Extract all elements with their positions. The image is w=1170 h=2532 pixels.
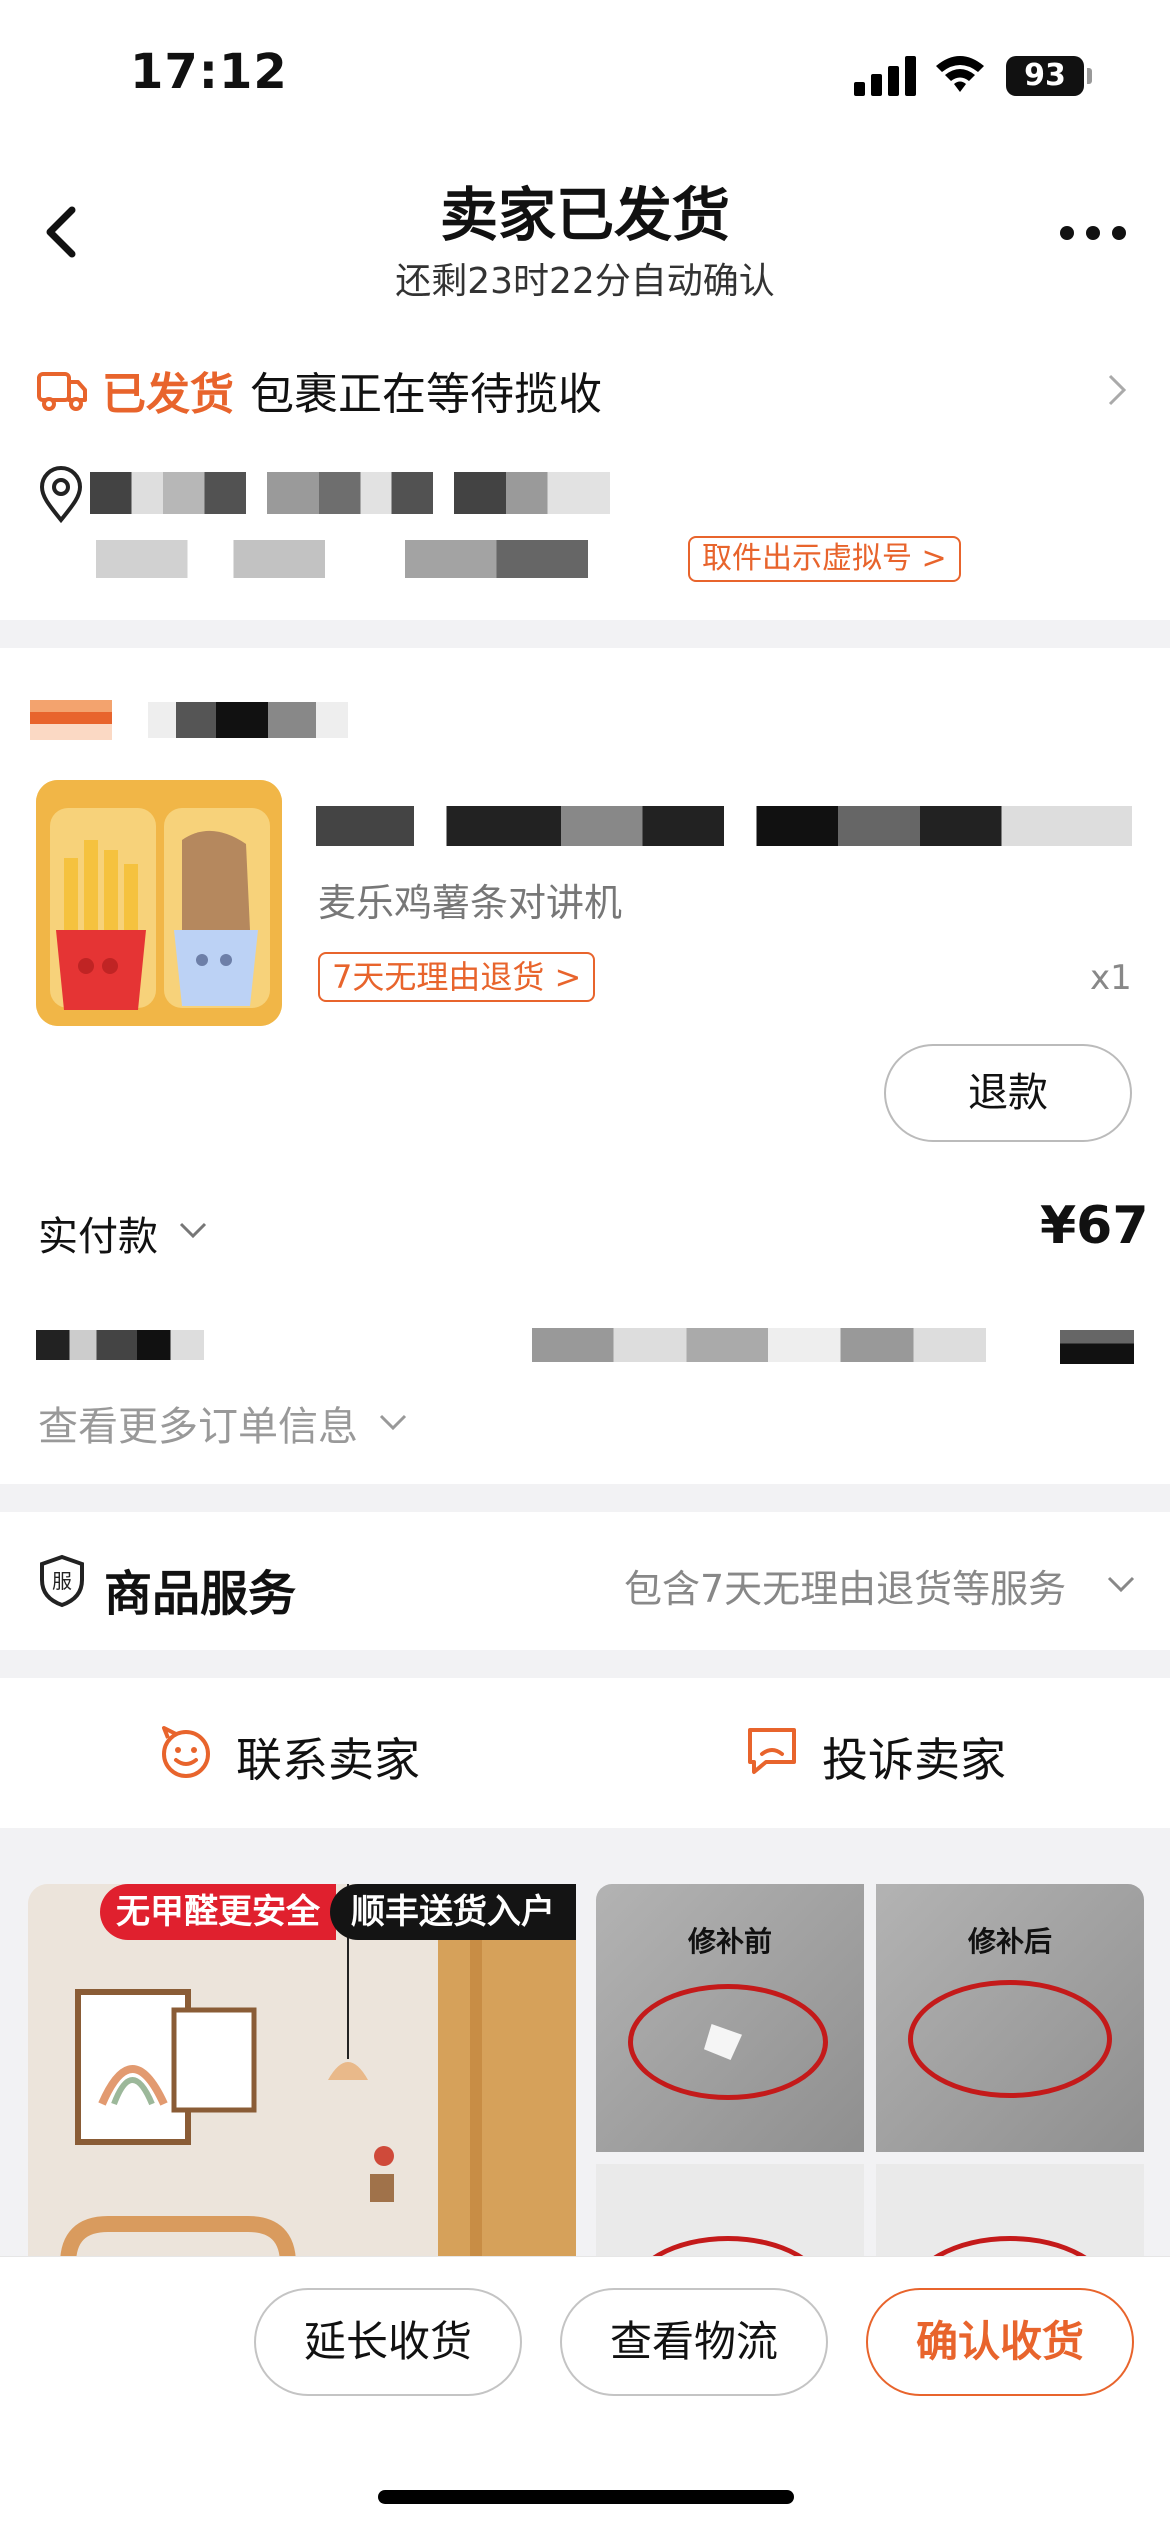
sf-delivery-tag: 顺丰送货入户 (330, 1884, 576, 1940)
product-description: 麦乐鸡薯条对讲机 (318, 881, 623, 925)
service-description[interactable]: 包含7天无理由退货等服务 (624, 1558, 1066, 1613)
battery-tip (1087, 68, 1092, 84)
confirm-receipt-button[interactable]: 确认收货 (866, 2288, 1134, 2396)
repair-before-label: 修补前 (687, 1925, 772, 1958)
redacted-order-label (36, 1330, 204, 1360)
service-title: 商品服务 (104, 1566, 297, 1622)
virtual-number-button[interactable]: 取件出示虚拟号 > (688, 536, 961, 582)
cellular-signal-icon (854, 56, 916, 96)
repair-after-circle (908, 1980, 1112, 2098)
chevron-down-icon[interactable] (1106, 1574, 1136, 1594)
chevron-right-icon[interactable] (1106, 372, 1128, 408)
shop-logo (30, 700, 112, 740)
shipping-description: 包裹正在等待揽收 (250, 369, 602, 420)
repair-after-label: 修补后 (967, 1925, 1052, 1958)
location-pin-icon (39, 466, 83, 524)
product-thumbnail[interactable] (36, 780, 282, 1026)
battery-indicator: 93 (1006, 56, 1084, 96)
refund-button[interactable]: 退款 (884, 1044, 1132, 1142)
product-quantity: x1 (1090, 958, 1132, 998)
service-shield-icon: 服 (40, 1554, 84, 1608)
more-order-info-link[interactable]: 查看更多订单信息 (38, 1394, 358, 1452)
truck-icon (37, 372, 87, 411)
contact-seller-button[interactable]: 联系卖家 (236, 1724, 420, 1790)
home-indicator[interactable] (378, 2490, 794, 2504)
chevron-down-icon[interactable] (378, 1412, 408, 1432)
paid-amount-label[interactable]: 实付款 (38, 1204, 158, 1262)
complain-seller-button[interactable]: 投诉卖家 (822, 1724, 1006, 1790)
chevron-down-icon[interactable] (178, 1220, 208, 1240)
seven-day-return-tag[interactable]: 7天无理由退货 > (318, 952, 596, 1002)
extend-receipt-button[interactable]: 延长收货 (254, 2288, 522, 2396)
redacted-order-number (532, 1328, 986, 1362)
redacted-address-line2 (96, 540, 668, 578)
view-logistics-button[interactable]: 查看物流 (560, 2288, 828, 2396)
paid-amount-value: ¥67 (1040, 1196, 1149, 1256)
more-options-icon[interactable] (1060, 226, 1126, 242)
repair-before-tile[interactable]: 修补前 (596, 1884, 864, 2152)
status-time: 17:12 (130, 44, 288, 100)
complain-seller-icon[interactable] (744, 1724, 800, 1778)
redacted-address-line1 (90, 472, 610, 514)
redacted-shop-name (148, 702, 348, 738)
redacted-product-title (316, 806, 1132, 846)
page-title: 卖家已发货 (439, 181, 730, 249)
auto-confirm-countdown: 还剩23时22分自动确认 (395, 261, 775, 302)
formaldehyde-free-tag: 无甲醛更安全 (100, 1884, 336, 1940)
shipping-status-row[interactable]: 已发货 包裹正在等待揽收 (36, 360, 602, 420)
copy-order-number-button[interactable] (1060, 1330, 1134, 1364)
service-icon-glyph: 服 (52, 1569, 72, 1593)
product-image (36, 780, 282, 1026)
contact-seller-icon[interactable] (158, 1724, 214, 1780)
shipping-status-label: 已发货 (102, 369, 234, 420)
wifi-icon (936, 56, 984, 92)
repair-after-tile[interactable]: 修补后 (876, 1884, 1144, 2152)
